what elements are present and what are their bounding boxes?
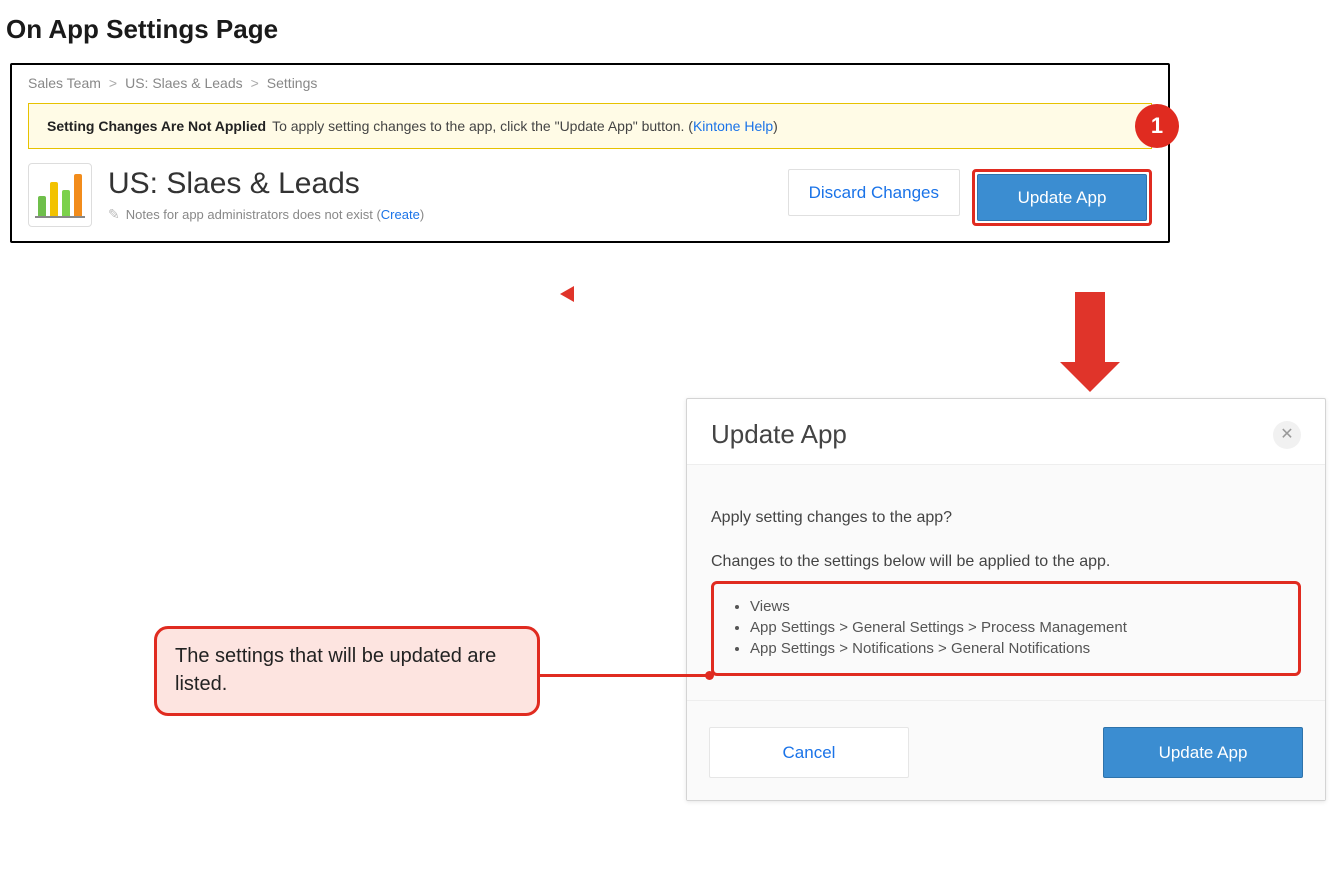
- update-app-modal: Update App ✕ Apply setting changes to th…: [686, 398, 1326, 801]
- breadcrumb: Sales Team > US: Slaes & Leads > Setting…: [28, 75, 1152, 91]
- admin-notes-line: ✎ Notes for app administrators does not …: [108, 206, 788, 223]
- breadcrumb-separator: >: [251, 75, 259, 91]
- modal-title: Update App: [711, 419, 847, 450]
- app-header-row: US: Slaes & Leads ✎ Notes for app admini…: [28, 163, 1152, 227]
- banner-title: Setting Changes Are Not Applied: [47, 118, 266, 134]
- app-icon: [28, 163, 92, 227]
- confirm-update-button[interactable]: Update App: [1103, 727, 1303, 778]
- modal-info: Changes to the settings below will be ap…: [711, 553, 1301, 571]
- callout-connector: [540, 674, 710, 678]
- update-button-highlight: Update App: [972, 169, 1152, 226]
- create-notes-link[interactable]: Create: [381, 207, 420, 222]
- page-title: On App Settings Page: [6, 14, 1332, 45]
- cancel-button[interactable]: Cancel: [709, 727, 909, 778]
- discard-changes-button[interactable]: Discard Changes: [788, 169, 960, 216]
- notes-icon: ✎: [108, 206, 120, 223]
- header-actions: Discard Changes Update App: [788, 169, 1152, 226]
- flow-arrow-icon: [1060, 292, 1120, 392]
- breadcrumb-item[interactable]: US: Slaes & Leads: [125, 75, 243, 91]
- banner-text-suffix: ): [773, 118, 778, 134]
- flow-tick-icon: [560, 286, 574, 302]
- banner-text-prefix: To apply setting changes to the app, cli…: [272, 118, 693, 134]
- help-link[interactable]: Kintone Help: [693, 118, 773, 134]
- unsaved-changes-banner: Setting Changes Are Not Applied To apply…: [28, 103, 1152, 149]
- breadcrumb-item: Settings: [267, 75, 318, 91]
- breadcrumb-item[interactable]: Sales Team: [28, 75, 101, 91]
- changes-list: Views App Settings > General Settings > …: [732, 598, 1280, 657]
- notes-text-suffix: ): [420, 207, 424, 222]
- breadcrumb-separator: >: [109, 75, 117, 91]
- step-badge: 1: [1135, 104, 1179, 148]
- close-icon[interactable]: ✕: [1273, 421, 1301, 449]
- app-name: US: Slaes & Leads: [108, 167, 788, 200]
- banner-text: To apply setting changes to the app, cli…: [272, 118, 778, 134]
- settings-panel: Sales Team > US: Slaes & Leads > Setting…: [10, 63, 1170, 243]
- annotation-callout: The settings that will be updated are li…: [154, 626, 540, 716]
- notes-text: Notes for app administrators does not ex…: [126, 207, 381, 222]
- list-item: App Settings > Notifications > General N…: [750, 640, 1280, 657]
- changes-highlight-box: Views App Settings > General Settings > …: [711, 581, 1301, 676]
- update-app-button[interactable]: Update App: [977, 174, 1147, 221]
- list-item: Views: [750, 598, 1280, 615]
- list-item: App Settings > General Settings > Proces…: [750, 619, 1280, 636]
- modal-prompt: Apply setting changes to the app?: [711, 509, 1301, 527]
